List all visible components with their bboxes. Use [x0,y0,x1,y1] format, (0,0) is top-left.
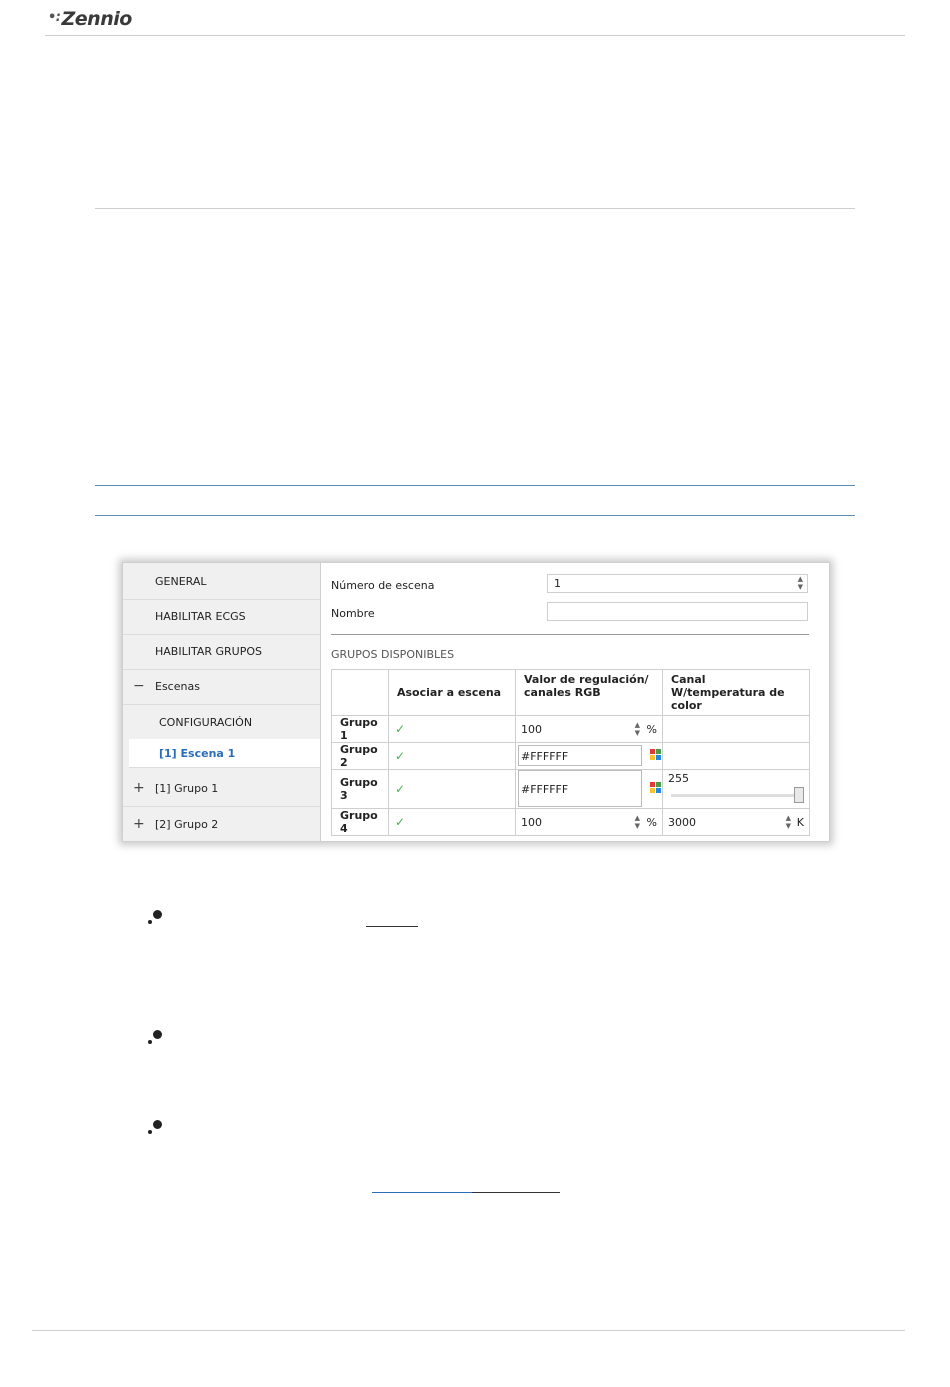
value-text: 100 [521,723,542,736]
bullet-icon [148,1030,162,1046]
col-header: Asociar a escena [388,669,516,716]
section-title: GRUPOS DISPONIBLES [331,648,455,661]
unit-text: % [646,816,657,829]
sidebar-item-configuracion[interactable]: CONFIGURACIÓN [123,706,320,739]
link-underline-2[interactable] [472,1192,560,1193]
sidebar-item-escena-1[interactable]: [1] Escena 1 [129,739,320,768]
sidebar-item-grupo-2[interactable]: + [2] Grupo 2 [123,808,320,843]
section-rule-2 [95,485,855,486]
section-rule-1 [95,208,855,209]
name-input[interactable] [547,602,808,621]
scene-config-screenshot: GENERAL HABILITAR ECGS HABILITAR GRUPOS … [122,562,830,842]
scene-number-label: Número de escena [331,579,435,592]
value-cell[interactable]: 100 ▲ ▼ % [515,715,663,743]
expand-icon[interactable]: + [133,816,145,832]
sidebar-item-label: Escenas [155,680,200,693]
check-icon: ✓ [395,782,406,796]
sidebar-item-label: HABILITAR GRUPOS [155,645,262,658]
sidebar-item-label: [1] Grupo 1 [155,782,219,795]
footer-rule [32,1330,905,1331]
unit-text: % [646,723,657,736]
sidebar-item-label: GENERAL [155,575,207,588]
w-value-text: 255 [668,772,689,785]
w-cell[interactable]: 255 [662,769,810,809]
w-cell[interactable]: 3000 ▲ ▼ K [662,808,810,836]
table-row: Grupo 1 ✓ 100 ▲ ▼ % [331,715,810,743]
logo-text: Zennio [61,8,133,30]
collapse-icon[interactable]: − [133,678,145,694]
w-cell [662,715,810,743]
table-row: Grupo 4 ✓ 100 ▲ ▼ % 3000 ▲ ▼ K [331,808,810,836]
table-corner [331,669,389,716]
sidebar-item-habilitar-ecgs[interactable]: HABILITAR ECGS [123,600,320,635]
value-text: #FFFFFF [521,783,569,796]
zennio-logo: •:Zennio [48,8,132,30]
w-value-text: 3000 [668,816,696,829]
color-picker-icon[interactable] [650,749,662,761]
sidebar-item-label: [1] Escena 1 [159,747,236,760]
check-icon: ✓ [395,815,406,829]
group-name: Grupo 4 [331,808,389,836]
associate-checkbox[interactable]: ✓ [388,769,516,809]
group-name: Grupo 1 [331,715,389,743]
associate-checkbox[interactable]: ✓ [388,715,516,743]
sidebar-item-escenas[interactable]: − Escenas [123,670,320,705]
w-unit-text: K [796,816,804,829]
bullet-icon [148,910,162,926]
col-header: Canal W/temperatura de color [662,669,810,716]
link-underline[interactable] [372,1192,472,1193]
check-icon: ✓ [395,749,406,763]
header-rule [45,35,905,36]
sidebar-item-grupo-1[interactable]: + [1] Grupo 1 [123,772,320,807]
groups-table: Asociar a escena Valor de regulación/ ca… [331,669,810,836]
check-icon: ✓ [395,722,406,736]
sidebar-item-habilitar-grupos[interactable]: HABILITAR GRUPOS [123,635,320,670]
associate-checkbox[interactable]: ✓ [388,742,516,770]
main-panel: Número de escena 1 ▲ ▼ Nombre GRUPOS DISP… [321,563,829,841]
name-label: Nombre [331,607,375,620]
spinner-icon[interactable]: ▲ ▼ [635,721,640,737]
table-header-row: Asociar a escena Valor de regulación/ ca… [331,669,810,716]
table-row: Grupo 3 ✓ #FFFFFF 255 [331,769,810,809]
color-picker-icon[interactable] [650,782,662,794]
underline-mark [366,926,418,927]
group-name: Grupo 2 [331,742,389,770]
col-header: Valor de regulación/ canales RGB [515,669,663,716]
table-row: Grupo 2 ✓ #FFFFFF [331,742,810,770]
value-cell[interactable]: 100 ▲ ▼ % [515,808,663,836]
section-rule-3 [95,515,855,516]
slider-track[interactable] [671,794,795,797]
value-text: #FFFFFF [521,750,569,763]
associate-checkbox[interactable]: ✓ [388,808,516,836]
bullet-icon [148,1120,162,1136]
sidebar-item-general[interactable]: GENERAL [123,565,320,600]
spinner-icon[interactable]: ▲ ▼ [798,575,803,591]
form-divider [331,634,809,635]
sidebar-item-label: [2] Grupo 2 [155,818,219,831]
sidebar-item-label: HABILITAR ECGS [155,610,246,623]
sidebar: GENERAL HABILITAR ECGS HABILITAR GRUPOS … [123,563,321,841]
w-cell [662,742,810,770]
scene-number-value: 1 [554,577,561,590]
spinner-icon[interactable]: ▲ ▼ [786,814,791,830]
value-text: 100 [521,816,542,829]
slider-handle[interactable] [794,787,804,803]
group-name: Grupo 3 [331,769,389,809]
value-cell[interactable]: #FFFFFF [515,742,663,770]
expand-icon[interactable]: + [133,780,145,796]
sidebar-item-label: CONFIGURACIÓN [159,716,253,729]
scene-number-input[interactable]: 1 ▲ ▼ [547,574,808,593]
value-cell[interactable]: #FFFFFF [515,769,663,809]
spinner-icon[interactable]: ▲ ▼ [635,814,640,830]
